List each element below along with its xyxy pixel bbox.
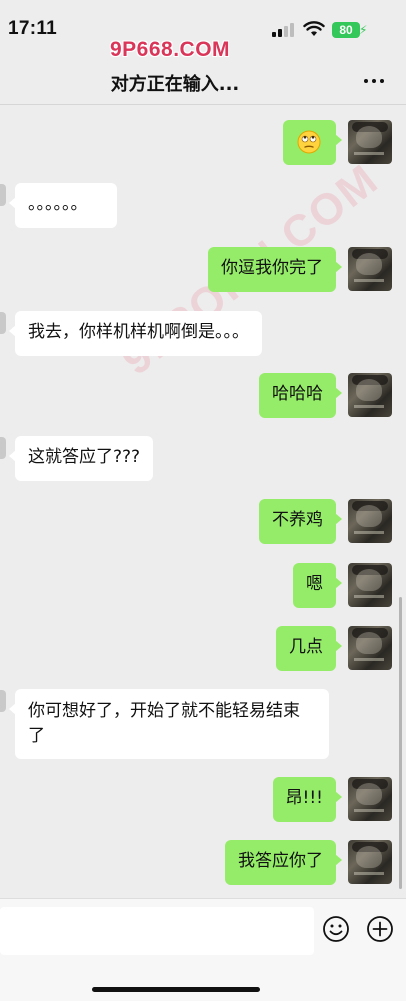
message-bubble-other[interactable]: 你可想好了，开始了就不能轻易结束了 <box>9 689 329 759</box>
status-time: 17:11 <box>8 18 58 39</box>
add-more-icon[interactable] <box>366 915 394 943</box>
my-avatar[interactable] <box>348 626 392 670</box>
message-bubble-mine[interactable]: 我答应你了 <box>225 840 342 885</box>
message-bubble-mine[interactable]: 昂!!! <box>272 777 343 822</box>
other-avatar[interactable] <box>0 437 6 459</box>
other-avatar[interactable] <box>0 690 6 712</box>
my-avatar[interactable] <box>348 840 392 884</box>
message-bubble-mine[interactable]: 你逗我你完了 <box>208 247 342 292</box>
scrollbar[interactable] <box>399 597 402 889</box>
my-avatar[interactable] <box>348 247 392 291</box>
input-bar <box>0 898 406 1001</box>
more-options-icon[interactable] <box>360 68 390 92</box>
home-indicator[interactable] <box>92 987 260 992</box>
message-bubble-mine[interactable]: 不养鸡 <box>259 499 342 544</box>
my-avatar[interactable] <box>348 373 392 417</box>
emoji-icon[interactable] <box>322 915 350 943</box>
other-avatar[interactable] <box>0 312 6 334</box>
chat-title: 对方正在输入... <box>110 74 240 95</box>
watermark-text: 9P668.COM <box>110 38 231 61</box>
message-bubble-emoji[interactable] <box>283 120 342 165</box>
message-bubble-mine[interactable]: 几点 <box>276 626 342 671</box>
other-avatar[interactable] <box>0 184 6 206</box>
message-bubble-other[interactable]: 我去，你样机样机啊倒是。。。 <box>9 311 262 356</box>
rolling-eyes-emoji-icon <box>297 130 321 154</box>
charging-bolt-icon: ⚡ <box>359 23 368 37</box>
message-bubble-other[interactable]: 。。。。。。 <box>9 183 117 228</box>
my-avatar[interactable] <box>348 499 392 543</box>
message-input[interactable] <box>0 907 314 955</box>
wifi-icon <box>303 21 325 36</box>
message-bubble-other[interactable]: 这就答应了??? <box>8 436 154 481</box>
header-divider <box>0 104 406 105</box>
my-avatar[interactable] <box>348 563 392 607</box>
message-bubble-mine[interactable]: 嗯 <box>293 563 342 608</box>
my-avatar[interactable] <box>348 120 392 164</box>
my-avatar[interactable] <box>348 777 392 821</box>
cellular-signal-icon <box>272 23 294 37</box>
message-bubble-mine[interactable]: 哈哈哈 <box>259 373 342 418</box>
battery-icon: 80 <box>332 22 360 38</box>
